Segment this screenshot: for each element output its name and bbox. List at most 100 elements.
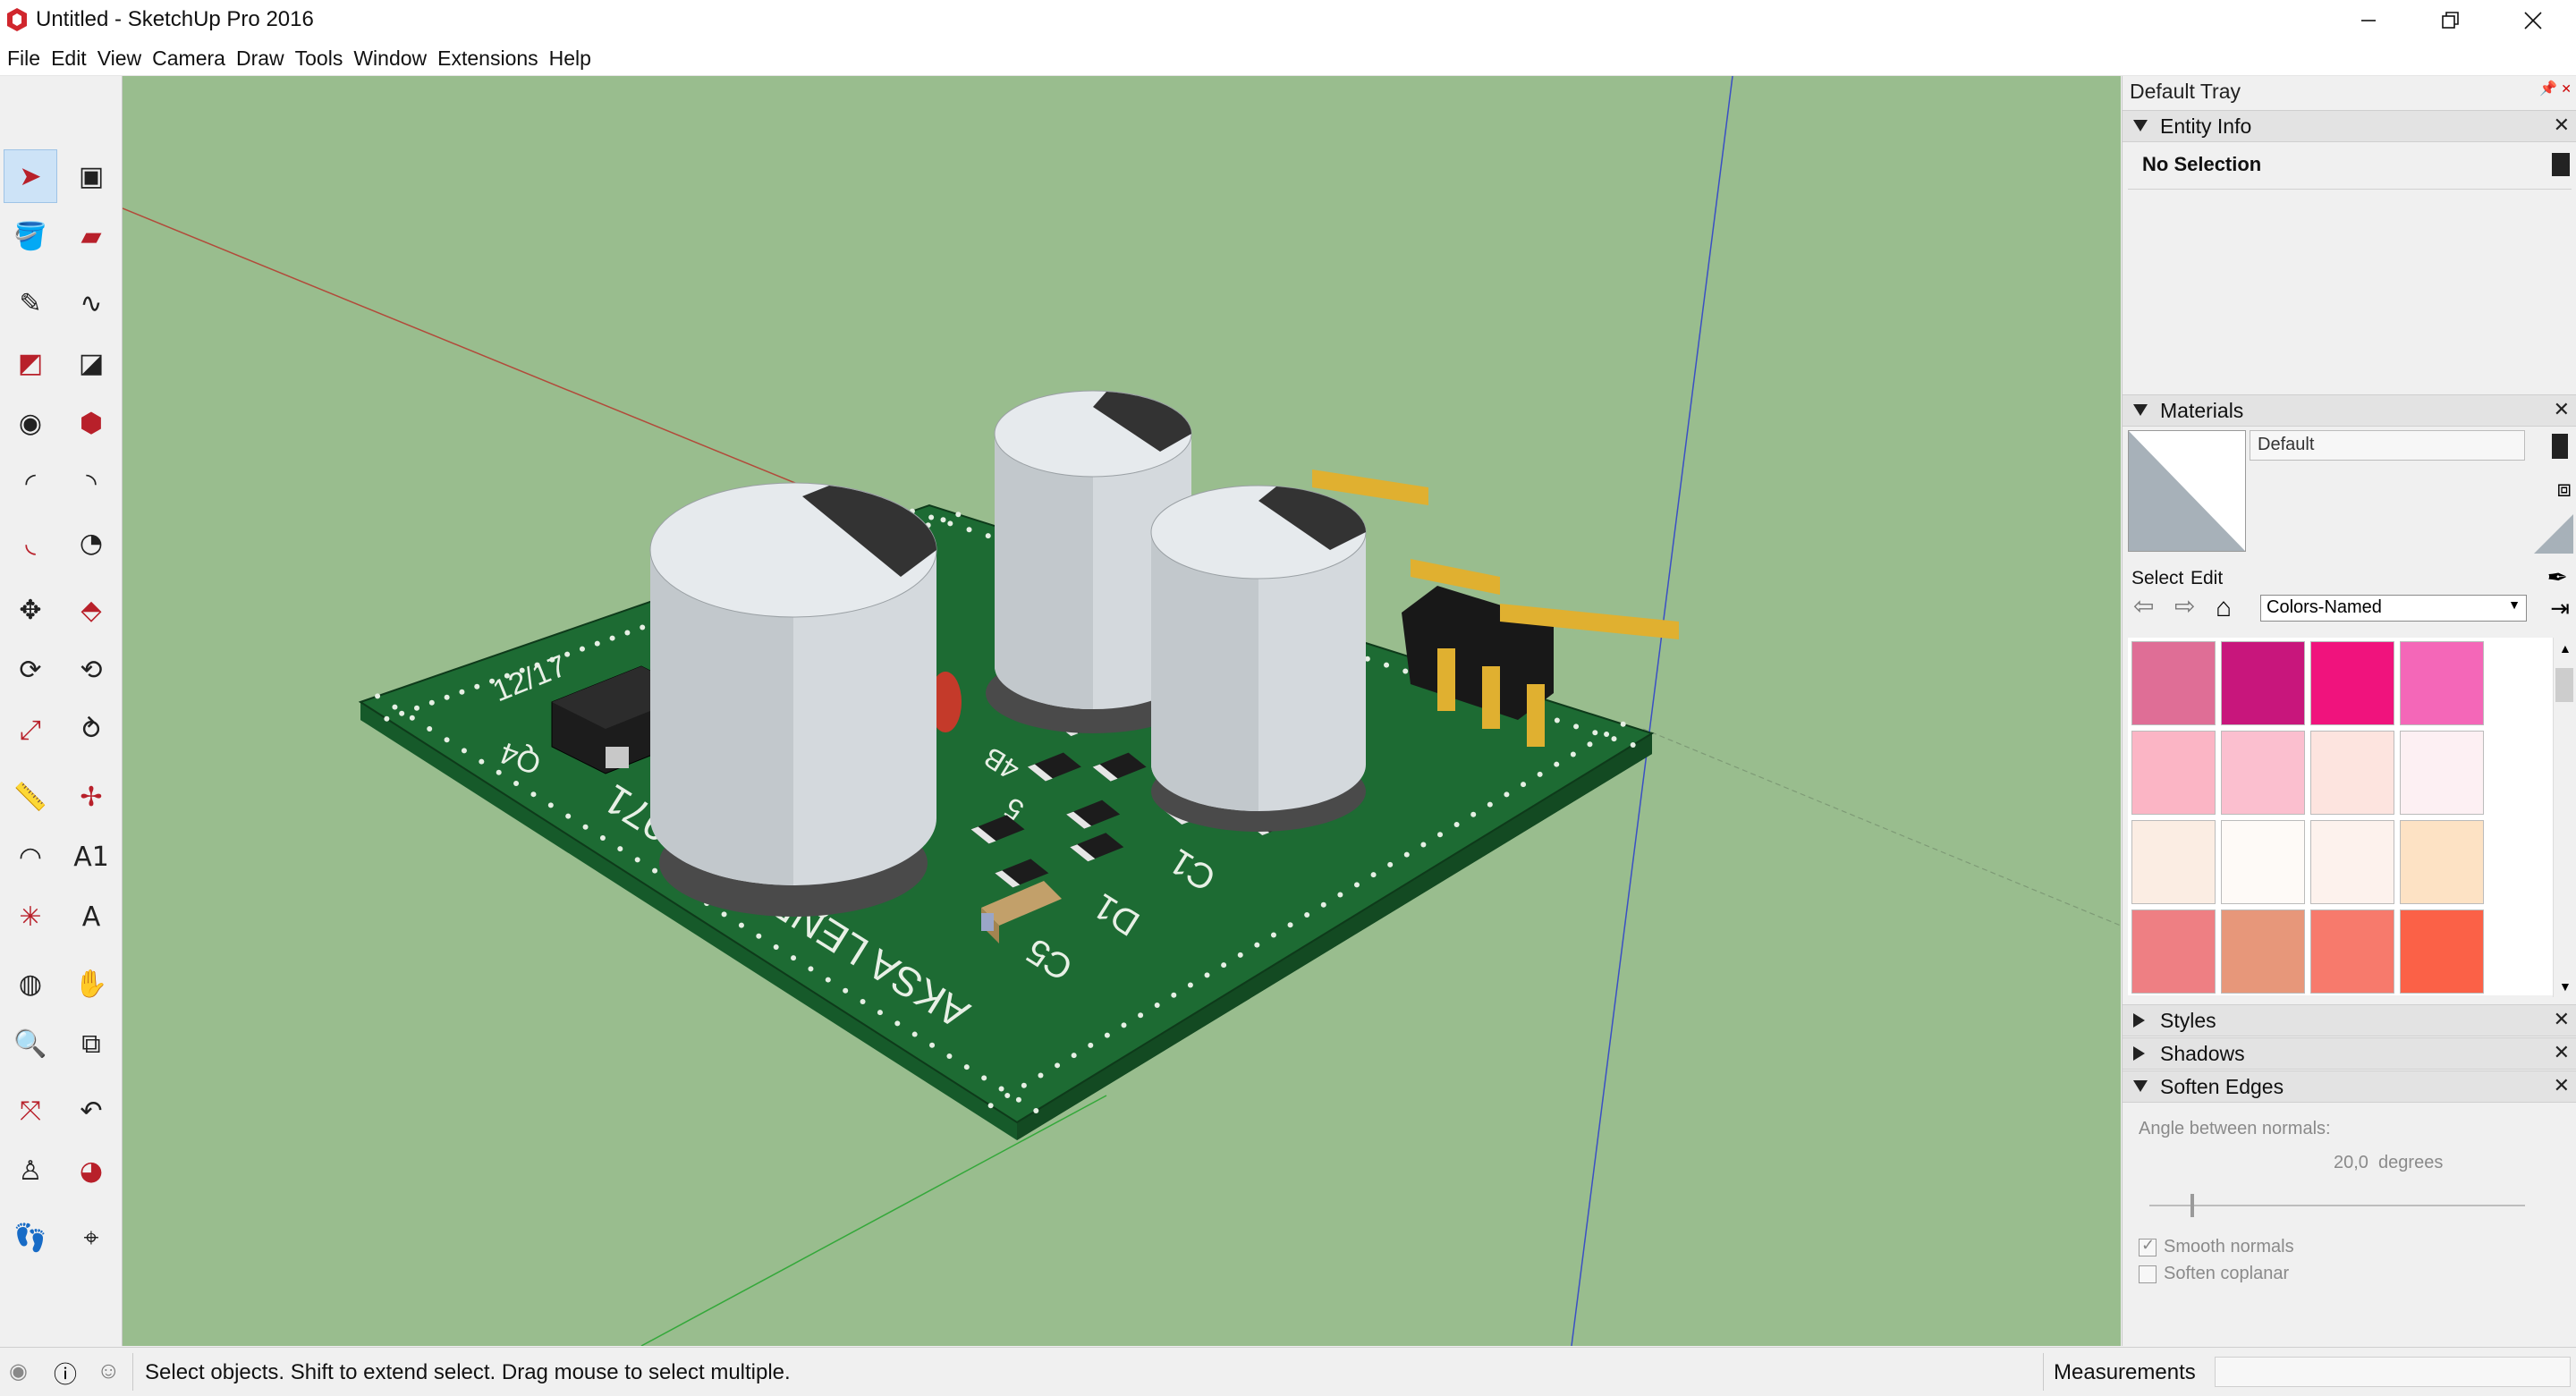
arc-tool[interactable]: ◜ [4,456,57,510]
angle-slider-thumb[interactable] [2190,1194,2195,1217]
pan-tool[interactable]: ✋ [64,957,118,1011]
pencil-line-tool[interactable]: ✎ [4,276,57,330]
tab-select[interactable]: Select [2131,568,2183,589]
zoom-extents-tool[interactable]: ⤧ [4,1084,57,1138]
material-swatch[interactable] [2131,910,2216,994]
soften-edges-header[interactable]: Soften Edges ✕ [2123,1070,2576,1103]
home-icon[interactable]: ⌂ [2216,593,2232,623]
rotate-tool[interactable]: ⟳ [4,643,57,697]
two-point-arc-tool[interactable]: ◝ [64,456,118,510]
rotated-rectangle-tool[interactable]: ◪ [64,336,118,390]
restore-button[interactable] [2410,0,2492,41]
position-camera-tool[interactable]: ♙ [4,1144,57,1197]
freehand-tool[interactable]: ∿ [64,276,118,330]
create-material-icon[interactable]: ⧈ [2556,475,2572,503]
drawing-viewport[interactable]: 12/17 Q4 AKSA LENDER xrk971 C5 D1 C1 8 6… [123,76,2121,1346]
capacitor-right[interactable] [1150,485,1367,832]
panel-close-icon[interactable]: ✕ [2554,398,2570,421]
menu-tools[interactable]: Tools [293,47,345,71]
select-tool-tool[interactable]: ➤ [4,149,57,203]
shadows-header[interactable]: Shadows ✕ [2123,1037,2576,1070]
menu-edit[interactable]: Edit [49,47,89,71]
material-swatch[interactable] [2221,641,2305,725]
details-arrow-icon[interactable] [2552,434,2568,459]
capacitor-large-left[interactable] [649,482,937,917]
material-swatch[interactable] [2131,641,2216,725]
library-select[interactable]: Colors-Named ▼ [2260,595,2527,622]
materials-header[interactable]: Materials ✕ [2123,394,2576,427]
material-swatch[interactable] [2221,820,2305,904]
push-pull-tool[interactable]: ⬘ [64,583,118,637]
section-plane-tool[interactable]: ⌖ [64,1211,118,1265]
material-swatch[interactable] [2400,641,2484,725]
back-icon[interactable]: ⇦ [2133,591,2154,621]
zoom-window-tool[interactable]: ⧉ [64,1017,118,1070]
offset-tool[interactable]: ⥁ [64,703,118,757]
previous-view-tool[interactable]: ↶ [64,1084,118,1138]
material-swatch[interactable] [2310,641,2394,725]
panel-close-icon[interactable]: ✕ [2554,1008,2570,1031]
material-swatch[interactable] [2400,731,2484,815]
forward-icon[interactable]: ⇨ [2174,591,2195,621]
minimize-button[interactable] [2327,0,2410,41]
material-swatch[interactable] [2400,820,2484,904]
tray-pin-icon[interactable]: 📌 [2539,80,2557,97]
text-tool[interactable]: A1 [64,830,118,884]
details-menu-icon[interactable]: ⇥ [2550,595,2570,622]
3d-text-tool[interactable]: A [64,890,118,943]
menu-draw[interactable]: Draw [234,47,286,71]
pie-tool[interactable]: ◔ [64,516,118,570]
menu-camera[interactable]: Camera [150,47,227,71]
panel-close-icon[interactable]: ✕ [2554,1074,2570,1097]
default-material-icon[interactable] [2534,514,2573,554]
protractor-tool[interactable]: ◠ [4,830,57,884]
material-swatch[interactable] [2221,731,2305,815]
polygon-tool[interactable]: ⬢ [64,396,118,450]
axes-tool[interactable]: ✳ [4,890,57,943]
measurements-input[interactable] [2215,1357,2571,1387]
menu-file[interactable]: File [5,47,42,71]
make-component-tool[interactable]: ▣ [64,149,118,203]
menu-help[interactable]: Help [547,47,593,71]
geo-location-icon[interactable]: ◉ [9,1358,28,1384]
panel-close-icon[interactable]: ✕ [2554,1041,2570,1064]
entity-info-header[interactable]: Entity Info ✕ [2123,110,2576,142]
material-swatch[interactable] [2310,731,2394,815]
panel-close-icon[interactable]: ✕ [2554,114,2570,137]
paint-bucket-tool[interactable]: 🪣 [4,209,57,263]
chevron-up-icon[interactable]: ▲ [2559,641,2572,656]
eraser-tool[interactable]: ▰ [64,209,118,263]
soften-coplanar-checkbox[interactable] [2139,1265,2157,1283]
circle-tool[interactable]: ◉ [4,396,57,450]
scrollbar-thumb[interactable] [2555,668,2573,702]
orbit-tool[interactable]: ◍ [4,957,57,1011]
material-swatch[interactable] [2131,820,2216,904]
rectangle-tool[interactable]: ◩ [4,336,57,390]
tab-edit[interactable]: Edit [2190,568,2223,589]
menu-window[interactable]: Window [352,47,428,71]
walk-tool[interactable]: 👣 [4,1211,57,1265]
entity-info-toggle-icon[interactable] [2552,153,2570,176]
chevron-down-icon[interactable]: ▼ [2559,979,2572,994]
scale-tool[interactable]: ⤢ [4,703,57,757]
angle-slider-track[interactable] [2149,1205,2525,1206]
material-swatch[interactable] [2221,910,2305,994]
material-swatch[interactable] [2310,910,2394,994]
three-point-arc-tool[interactable]: ◟ [4,516,57,570]
material-swatch[interactable] [2400,910,2484,994]
menu-extensions[interactable]: Extensions [436,47,540,71]
menu-view[interactable]: View [96,47,143,71]
styles-header[interactable]: Styles ✕ [2123,1004,2576,1036]
sample-paint-icon[interactable]: ✒ [2547,563,2568,592]
user-account-icon[interactable]: ☺ [97,1357,121,1384]
tray-close-icon[interactable]: ✕ [2561,81,2572,97]
close-button[interactable] [2492,0,2574,41]
model-view-canvas[interactable]: 12/17 Q4 AKSA LENDER xrk971 C5 D1 C1 8 6… [123,76,2121,1346]
look-around-tool[interactable]: ◕ [64,1144,118,1197]
material-name-field[interactable]: Default [2250,430,2525,461]
follow-me-tool[interactable]: ⟲ [64,643,118,697]
material-swatch[interactable] [2131,731,2216,815]
tape-measure-tool[interactable]: 📏 [4,770,57,824]
dimension-tool[interactable]: ✢ [64,770,118,824]
credits-info-icon[interactable]: ⓘ [54,1357,77,1390]
